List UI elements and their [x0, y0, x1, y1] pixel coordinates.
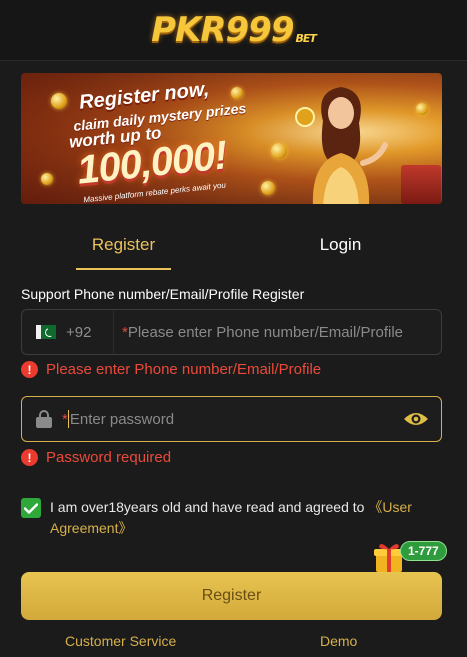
auth-tabs: Register Login	[21, 222, 442, 272]
password-error: ! Password required	[21, 449, 171, 466]
coin-icon	[231, 87, 243, 99]
hostess-illustration	[295, 87, 388, 204]
coin-icon	[51, 93, 67, 109]
age-agreement: I am over18years old and have read and a…	[21, 497, 442, 539]
tab-register[interactable]: Register	[76, 222, 171, 268]
coin-icon	[41, 173, 53, 185]
app-header: PKR999 BET	[0, 0, 467, 60]
password-error-text: Password required	[46, 449, 172, 466]
phone-error: ! Please enter Phone number/Email/Profil…	[21, 361, 321, 378]
phone-input[interactable]	[127, 323, 441, 341]
promo-banner[interactable]: Register now, claim daily mystery prizes…	[21, 73, 442, 204]
agreement-text: I am over18years old and have read and a…	[50, 499, 365, 515]
agreement-text-wrap: I am over18years old and have read and a…	[50, 497, 442, 539]
lock-icon	[36, 410, 52, 428]
gift-icon	[401, 165, 441, 204]
error-icon: !	[21, 449, 38, 466]
brand-logo[interactable]: PKR999 BET	[151, 10, 317, 50]
active-tab-indicator	[76, 268, 171, 270]
text-cursor	[67, 410, 69, 428]
register-button[interactable]: Register	[21, 572, 442, 620]
phone-field: +92 *	[21, 309, 442, 355]
customer-service-link[interactable]: Customer Service	[65, 633, 176, 649]
country-code: +92	[66, 323, 92, 341]
logo-text: PKR999	[151, 10, 294, 50]
coin-icon	[416, 103, 428, 115]
register-method-label: Support Phone number/Email/Profile Regis…	[21, 286, 305, 302]
promo-count-badge[interactable]: 1-777	[400, 541, 447, 561]
tab-login[interactable]: Login	[293, 222, 388, 268]
error-icon: !	[21, 361, 38, 378]
phone-error-text: Please enter Phone number/Email/Profile	[46, 361, 322, 378]
demo-link[interactable]: Demo	[320, 633, 357, 649]
password-input[interactable]	[69, 410, 403, 428]
checkmark-icon	[24, 502, 38, 514]
eye-icon[interactable]	[403, 410, 429, 428]
pakistan-flag-icon	[36, 325, 56, 339]
coin-icon	[271, 143, 287, 159]
country-code-selector[interactable]: +92	[22, 310, 114, 354]
logo-suffix: BET	[295, 32, 317, 45]
password-field: *	[21, 396, 442, 442]
header-divider	[0, 60, 467, 61]
agreement-checkbox[interactable]	[21, 498, 41, 518]
coin-icon	[261, 181, 275, 195]
